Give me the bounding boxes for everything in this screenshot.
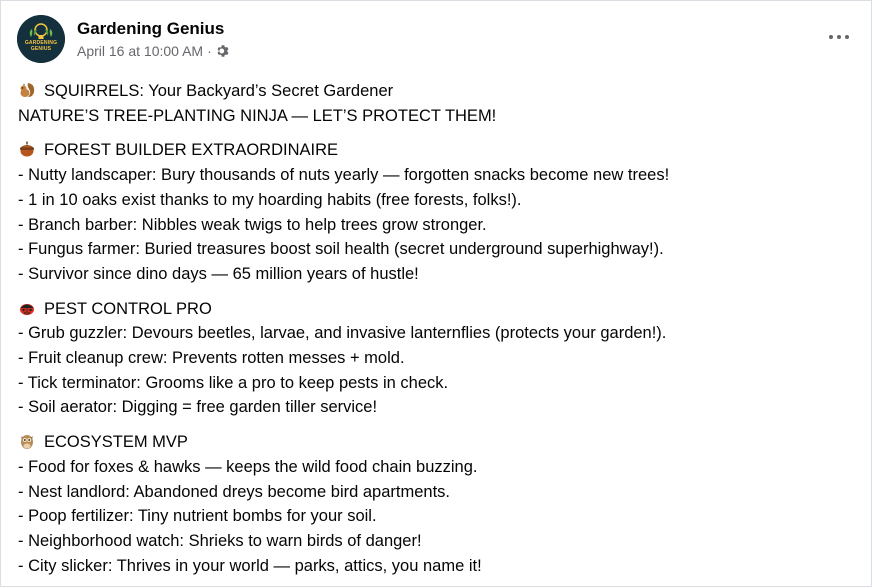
facebook-post-card: GARDENING GENIUS Gardening Genius April …: [0, 0, 872, 587]
post-meta: April 16 at 10:00 AM ·: [77, 42, 230, 60]
section-pest-control: PEST CONTROL PRO - Grub guzzler: Devours…: [18, 297, 861, 421]
post-header: GARDENING GENIUS Gardening Genius April …: [17, 15, 230, 63]
page-name-link[interactable]: Gardening Genius: [77, 18, 230, 40]
avatar-label: GARDENING GENIUS: [24, 40, 58, 52]
intro-subtitle: NATURE’S TREE-PLANTING NINJA — LET’S PRO…: [18, 106, 497, 125]
section-forest-builder: FOREST BUILDER EXTRAORDINAIRE - Nutty la…: [18, 138, 861, 286]
lightbulb-logo-icon: [17, 15, 65, 63]
list-item: - City slicker: Thrives in your world — …: [18, 556, 482, 575]
list-item: - Food for foxes & hawks — keeps the wil…: [18, 457, 478, 476]
squirrel-icon: [20, 83, 35, 97]
section-heading-line: FOREST BUILDER EXTRAORDINAIRE: [18, 138, 861, 163]
list-item: - Neighborhood watch: Shrieks to warn bi…: [18, 531, 422, 550]
list-item: - 1 in 10 oaks exist thanks to my hoardi…: [18, 190, 522, 209]
list-item: - Fruit cleanup crew: Prevents rotten me…: [18, 349, 405, 368]
section-ecosystem: ECOSYSTEM MVP - Food for foxes & hawks —…: [18, 430, 861, 578]
acorn-icon: [20, 141, 34, 157]
gear-icon[interactable]: [216, 44, 230, 58]
ladybug-icon: [20, 303, 34, 315]
more-dot-icon: [837, 35, 841, 39]
list-item: - Nutty landscaper: Bury thousands of nu…: [18, 166, 670, 185]
list-item: - Grub guzzler: Devours beetles, larvae,…: [18, 324, 667, 343]
page-avatar[interactable]: GARDENING GENIUS: [17, 15, 65, 63]
list-item: - Soil aerator: Digging = free garden ti…: [18, 398, 378, 417]
list-item: - Branch barber: Nibbles weak twigs to h…: [18, 215, 487, 234]
section-heading-line: PEST CONTROL PRO: [18, 297, 861, 322]
owl-icon: [21, 435, 33, 450]
header-text: Gardening Genius April 16 at 10:00 AM ·: [77, 18, 230, 60]
intro-title: SQUIRRELS: Your Backyard’s Secret Garden…: [44, 82, 394, 100]
list-item: - Fungus farmer: Buried treasures boost …: [18, 240, 664, 259]
section-heading-line: ECOSYSTEM MVP: [18, 430, 861, 455]
section-heading: FOREST BUILDER EXTRAORDINAIRE: [44, 141, 338, 160]
more-dot-icon: [829, 35, 833, 39]
list-item: - Tick terminator: Grooms like a pro to …: [18, 373, 449, 392]
meta-separator: ·: [207, 43, 212, 59]
intro-paragraph: SQUIRRELS: Your Backyard’s Secret Garden…: [18, 79, 861, 128]
list-item: - Poop fertilizer: Tiny nutrient bombs f…: [18, 507, 377, 526]
more-dot-icon: [845, 35, 849, 39]
list-item: - Survivor since dino days — 65 million …: [18, 264, 419, 283]
post-timestamp[interactable]: April 16 at 10:00 AM: [77, 42, 203, 60]
section-heading: PEST CONTROL PRO: [44, 299, 212, 318]
post-body: SQUIRRELS: Your Backyard’s Secret Garden…: [18, 79, 861, 588]
section-heading: ECOSYSTEM MVP: [44, 433, 188, 452]
more-options-button[interactable]: [825, 27, 853, 47]
list-item: - Nest landlord: Abandoned dreys become …: [18, 482, 450, 501]
intro-title-line: SQUIRRELS: Your Backyard’s Secret Garden…: [18, 79, 861, 104]
